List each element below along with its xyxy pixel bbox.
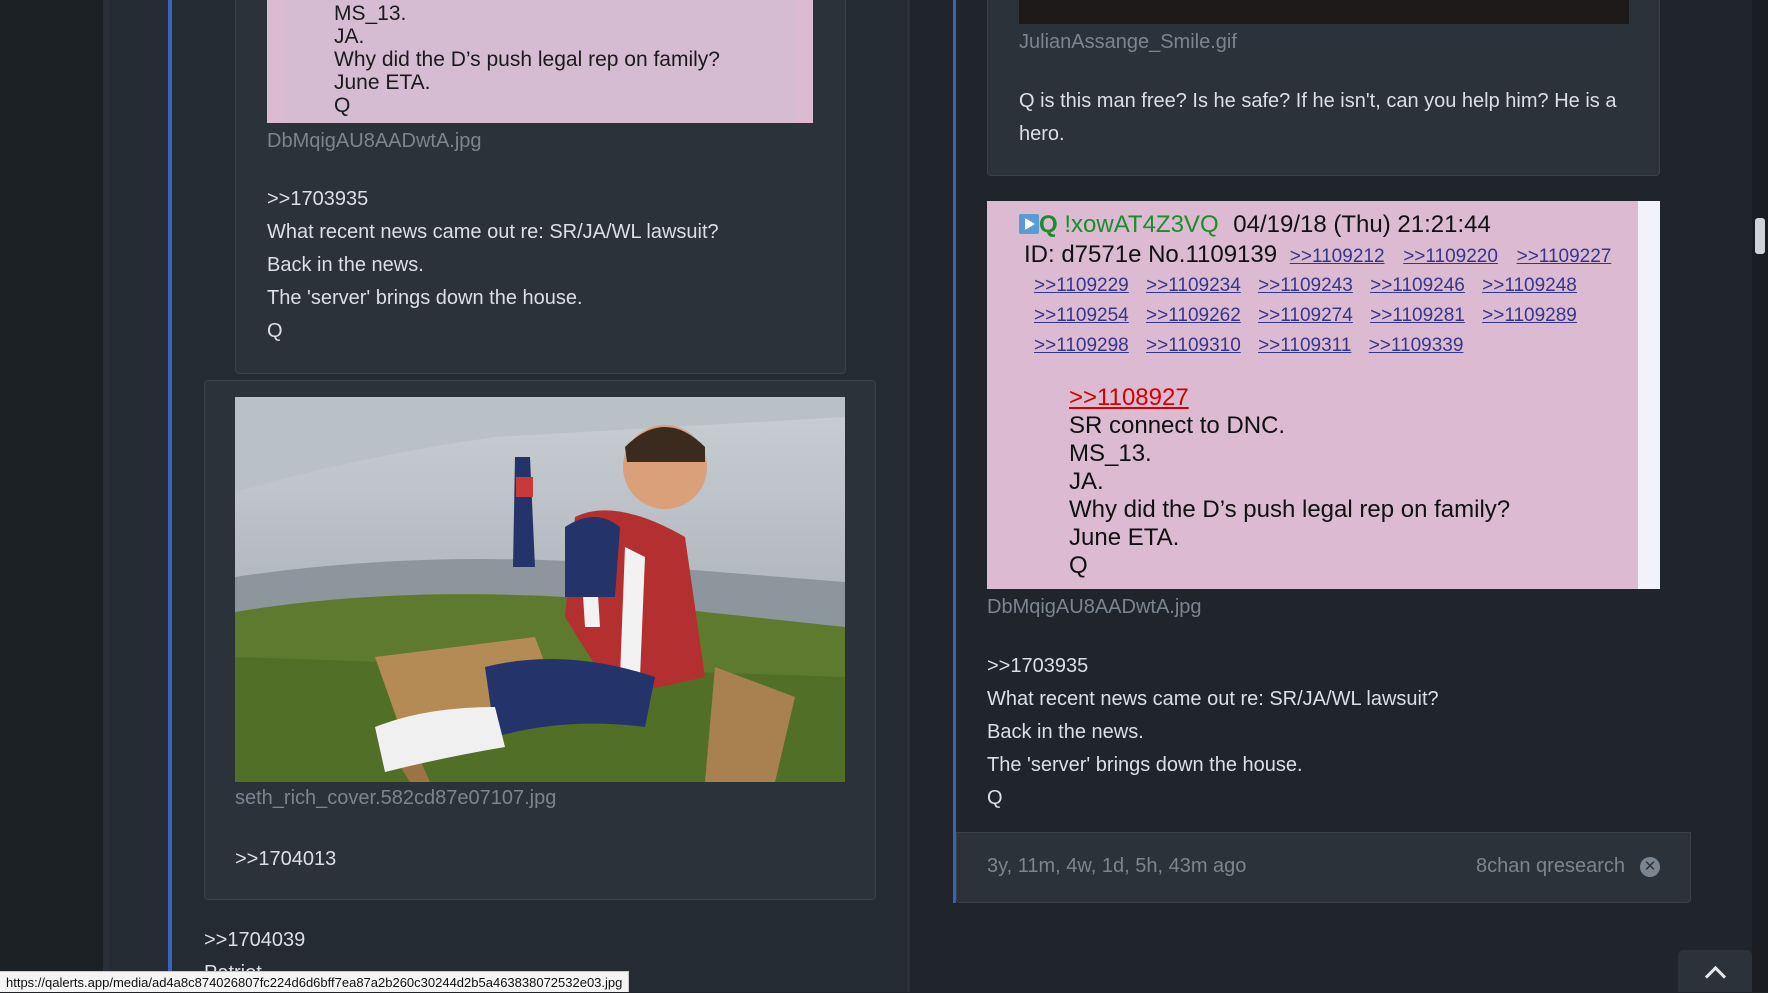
image-line: Why did the D’s push legal rep on family… (334, 48, 720, 71)
reply-link[interactable]: >>1109212 (1290, 246, 1385, 267)
tripcode: !xowAT4Z3VQ (1064, 211, 1219, 238)
post-ref[interactable]: >>1704039 (204, 924, 305, 957)
circle-x-icon[interactable]: ✕ (1640, 857, 1660, 877)
reply-link[interactable]: >>1109274 (1258, 305, 1353, 326)
reply-link[interactable]: >>1109311 (1258, 335, 1351, 356)
post-ref[interactable]: >>1704013 (235, 843, 336, 876)
reply-link[interactable]: >>1109281 (1370, 305, 1465, 326)
post-line: >>1703935 (987, 655, 1089, 677)
post-line: What recent news came out re: SR/JA/WL l… (267, 221, 719, 243)
post-body: >>1703935 What recent news came out re: … (987, 650, 1439, 815)
post-card-accent (953, 0, 956, 903)
scrollbar[interactable] (1752, 0, 1768, 992)
image-line: JA. (334, 25, 365, 48)
post-image[interactable]: MS_13. JA. Why did the D’s push legal re… (267, 0, 813, 123)
reply-links-row: >>1109254 >>1109262 >>1109274 >>1109281 … (1034, 305, 1577, 327)
q-post-body: Q !xowAT4Z3VQ 04/19/18 (Thu) 21:21:44 ID… (987, 201, 1638, 589)
post-line: What recent news came out re: SR/JA/WL l… (987, 688, 1439, 710)
message-line: SR connect to DNC. (1069, 412, 1286, 439)
post-text: Q is this man free? Is he safe? If he is… (1019, 90, 1617, 145)
reply-link[interactable]: >>1109262 (1146, 305, 1241, 326)
reply-link[interactable]: >>1109298 (1034, 335, 1129, 356)
image-line: MS_13. (334, 2, 407, 25)
image-filename[interactable]: DbMqigAU8AADwtA.jpg (987, 596, 1202, 619)
post-body: >>1703935 What recent news came out re: … (267, 183, 719, 348)
post-line: Back in the news. (987, 721, 1144, 743)
image-filename[interactable]: seth_rich_cover.582cd87e07107.jpg (235, 787, 556, 810)
reply-link[interactable]: >>1109310 (1146, 335, 1241, 356)
q-marker: Q (1039, 211, 1058, 238)
message-line: Why did the D’s push legal rep on family… (1069, 496, 1511, 523)
chevron-up-icon (1704, 965, 1727, 988)
left-accent-bar (168, 0, 172, 992)
photo-image[interactable] (235, 397, 845, 782)
reply-link[interactable]: >>1109234 (1146, 275, 1241, 296)
reply-link[interactable]: >>1109254 (1034, 305, 1129, 326)
message-line: MS_13. (1069, 440, 1152, 467)
q-post-id-line: ID: d7571e No.1109139 >>1109212 >>110922… (1024, 241, 1611, 269)
q-post-header: Q !xowAT4Z3VQ 04/19/18 (Thu) 21:21:44 (1019, 211, 1491, 239)
image-filename[interactable]: JulianAssange_Smile.gif (1019, 31, 1237, 54)
post-line: Q (267, 320, 283, 342)
image-line: Q (334, 94, 351, 117)
reply-link[interactable]: >>1109229 (1034, 275, 1129, 296)
q-post-message: >>1108927 SR connect to DNC. MS_13. JA. … (1069, 384, 1510, 580)
post-age: 3y, 11m, 4w, 1d, 5h, 43m ago (987, 855, 1247, 877)
message-line: JA. (1069, 468, 1104, 495)
message-line: Q (1069, 552, 1088, 579)
status-url: https://qalerts.app/media/ad4a8c87402680… (0, 971, 630, 992)
scrollbar-thumb[interactable] (1755, 218, 1765, 254)
q-post-image[interactable]: Q !xowAT4Z3VQ 04/19/18 (Thu) 21:21:44 ID… (987, 201, 1660, 589)
post-line: Q (987, 787, 1003, 809)
scroll-top-button[interactable] (1678, 950, 1752, 992)
reply-links-row: >>1109229 >>1109234 >>1109243 >>1109246 … (1034, 275, 1577, 297)
post-line: >>1703935 (267, 188, 369, 210)
reply-link[interactable]: >>1109243 (1258, 275, 1353, 296)
post-datetime: 04/19/18 (Thu) 21:21:44 (1233, 211, 1491, 238)
image-line: June ETA. (334, 71, 431, 94)
post-source[interactable]: 8chan qresearch (1476, 855, 1625, 878)
post-id: ID: d7571e No.1109139 (1024, 241, 1278, 268)
reply-link[interactable]: >>1109339 (1369, 335, 1464, 356)
image-text: MS_13. JA. Why did the D’s push legal re… (334, 2, 720, 117)
play-icon (1019, 214, 1039, 234)
reply-link[interactable]: >>1109227 (1517, 246, 1612, 267)
reply-link[interactable]: >>1109248 (1482, 275, 1577, 296)
gif-image[interactable] (1019, 0, 1629, 24)
post-line: The 'server' brings down the house. (267, 287, 583, 309)
post-line: Back in the news. (267, 254, 424, 276)
message-line: June ETA. (1069, 524, 1180, 551)
reply-link[interactable]: >>1109246 (1370, 275, 1465, 296)
image-filename[interactable]: DbMqigAU8AADwtA.jpg (267, 130, 482, 153)
photo-illustration (235, 397, 845, 782)
quote-link[interactable]: >>1108927 (1069, 384, 1510, 412)
reply-links-row: >>1109298 >>1109310 >>1109311 >>1109339 (1034, 335, 1463, 357)
post-line: The 'server' brings down the house. (987, 754, 1303, 776)
reply-link[interactable]: >>1109289 (1482, 305, 1577, 326)
left-gutter (0, 0, 103, 992)
reply-link[interactable]: >>1109220 (1403, 246, 1498, 267)
